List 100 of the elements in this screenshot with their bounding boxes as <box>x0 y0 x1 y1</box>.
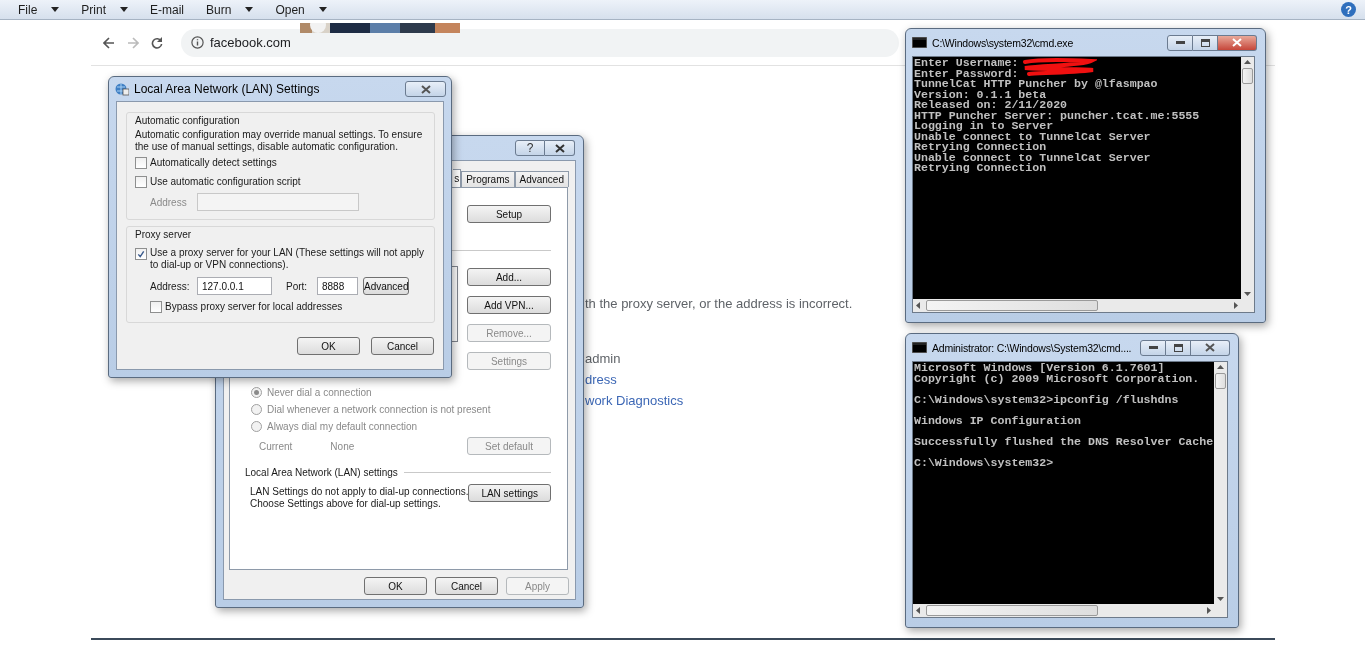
dialog-button[interactable]: OK <box>364 577 427 595</box>
maximize-icon <box>1200 38 1210 47</box>
scroll-up-icon <box>1244 60 1251 64</box>
lan-settings-button[interactable]: LAN settings <box>468 484 551 502</box>
link[interactable]: dress <box>585 369 617 390</box>
tab[interactable]: Advanced <box>514 171 569 187</box>
close-icon <box>420 84 431 94</box>
checkbox[interactable] <box>150 300 162 313</box>
radio-label: Never dial a connection <box>267 387 372 398</box>
console-line: Logging in to Server <box>914 119 1054 132</box>
note-text: LAN Settings do not apply to dial-up connections. <box>250 486 469 498</box>
scroll-down-icon <box>1244 292 1251 296</box>
help-button[interactable]: ? <box>1341 2 1356 17</box>
info-icon <box>191 36 204 49</box>
scrollbar[interactable] <box>913 604 1214 617</box>
scroll-left-icon <box>916 607 920 614</box>
back-icon[interactable] <box>103 36 115 49</box>
close-button[interactable] <box>1218 34 1257 51</box>
close-icon <box>554 143 565 153</box>
dialog-button[interactable]: Cancel <box>371 337 434 355</box>
scroll-thumb[interactable] <box>1242 68 1253 84</box>
reload-icon[interactable] <box>151 36 163 49</box>
minimize-icon <box>1175 41 1185 44</box>
scrollbar[interactable] <box>913 299 1241 312</box>
note-text: Automatic configuration may override manual settings. To ensure the use of manual settings, disable automatic configuration. <box>135 129 424 153</box>
close-icon <box>1232 38 1242 47</box>
help-button[interactable]: ? <box>515 140 545 156</box>
dialog-button[interactable]: OK <box>297 337 360 355</box>
error-text: admin <box>585 350 621 368</box>
address-bar[interactable]: facebook.com <box>181 28 899 57</box>
scroll-down-icon <box>1217 597 1224 601</box>
minimize-icon <box>1148 346 1158 349</box>
console-line: C:\Windows\system32>ipconfig /flushdns <box>914 392 1179 406</box>
console-line: Microsoft Windows [Version 6.1.7601] <box>914 362 1165 374</box>
menu-item[interactable]: Print <box>81 2 107 17</box>
caret-icon <box>318 7 327 12</box>
maximize-button[interactable] <box>1166 339 1191 356</box>
scroll-right-icon <box>1234 302 1238 309</box>
console-line: TunnelCat HTTP Puncher by @lfasmpao <box>914 77 1158 90</box>
close-button[interactable] <box>405 81 446 97</box>
field-label: Port: <box>286 280 309 292</box>
menu-item[interactable]: Open <box>275 2 305 17</box>
console-line: Windows IP Configuration <box>914 413 1081 427</box>
field-value: None <box>330 440 355 452</box>
field-label: Current <box>259 440 293 452</box>
dialog-button[interactable]: Cancel <box>435 577 498 595</box>
network-icon <box>115 82 129 96</box>
checkbox[interactable] <box>135 156 147 169</box>
field-label: Address: <box>150 280 191 292</box>
radio-label: Always dial my default connection <box>267 421 418 432</box>
console-line: HTTP Puncher Server: puncher.tcat.me:5555 <box>914 108 1200 122</box>
maximize-button[interactable] <box>1193 34 1218 51</box>
window-title: Administrator: C:\Windows\System32\cmd.... <box>932 341 1132 354</box>
scrollbar[interactable] <box>1214 362 1227 604</box>
setup-button[interactable]: Setup <box>467 205 551 223</box>
console-icon <box>912 37 927 48</box>
checkbox-label: Automatically detect settings <box>150 157 277 168</box>
menu-item[interactable]: E-mail <box>150 2 185 17</box>
port-field[interactable]: 8888 <box>317 277 358 295</box>
group-label: Proxy server <box>135 229 193 240</box>
console-line: Enter Username: <box>914 57 1019 69</box>
group-label: Automatic configuration <box>135 115 241 126</box>
checkbox-label: Use automatic configuration script <box>150 176 301 187</box>
console-line: Successfully flushed the DNS Resolver Cache <box>914 434 1214 448</box>
console-line: Enter Password: <box>914 66 1019 80</box>
scroll-left-icon <box>916 302 920 309</box>
menu-item[interactable]: File <box>18 2 38 17</box>
console-line: Retrying Connection <box>914 140 1047 153</box>
url-text: facebook.com <box>210 35 291 50</box>
close-button[interactable] <box>545 140 575 156</box>
scroll-right-icon <box>1207 607 1211 614</box>
checkbox-label: Use a proxy server for your LAN (These settings will not apply to dial-up or VPN connections). <box>150 247 425 271</box>
scroll-thumb[interactable] <box>926 300 1098 311</box>
minimize-button[interactable] <box>1140 339 1166 356</box>
scrollbar[interactable] <box>1241 57 1254 299</box>
scroll-thumb[interactable] <box>926 605 1098 616</box>
group-label: Local Area Network (LAN) settings <box>245 467 398 478</box>
advanced-button[interactable]: Advanced <box>363 277 410 295</box>
tab[interactable]: Programs <box>461 171 515 187</box>
action-button[interactable]: Add... <box>467 268 551 286</box>
note-text: Choose Settings above for dial-up settings. <box>250 498 442 510</box>
scroll-up-icon <box>1217 365 1224 369</box>
forward-icon[interactable] <box>127 36 139 49</box>
checkbox-label: Bypass proxy server for local addresses <box>165 301 343 312</box>
address-field[interactable]: 127.0.0.1 <box>197 277 272 295</box>
console-line: Released on: 2/11/2020 <box>914 98 1068 111</box>
caret-icon <box>245 7 254 12</box>
field-label: Address <box>150 196 188 208</box>
link[interactable]: work Diagnostics <box>585 390 684 411</box>
minimize-button[interactable] <box>1167 34 1193 51</box>
error-text: th the proxy server, or the address is incorrect. <box>585 295 853 313</box>
checkbox[interactable] <box>135 248 147 260</box>
console-icon <box>912 342 927 353</box>
action-button[interactable]: Add VPN... <box>467 296 551 314</box>
scroll-thumb[interactable] <box>1215 373 1226 389</box>
menu-item[interactable]: Burn <box>206 2 232 17</box>
window-title: C:\Windows\system32\cmd.exe <box>932 36 1074 49</box>
close-button[interactable] <box>1191 339 1230 356</box>
checkbox[interactable] <box>135 175 147 188</box>
console-line: C:\Windows\system32> <box>914 455 1054 469</box>
